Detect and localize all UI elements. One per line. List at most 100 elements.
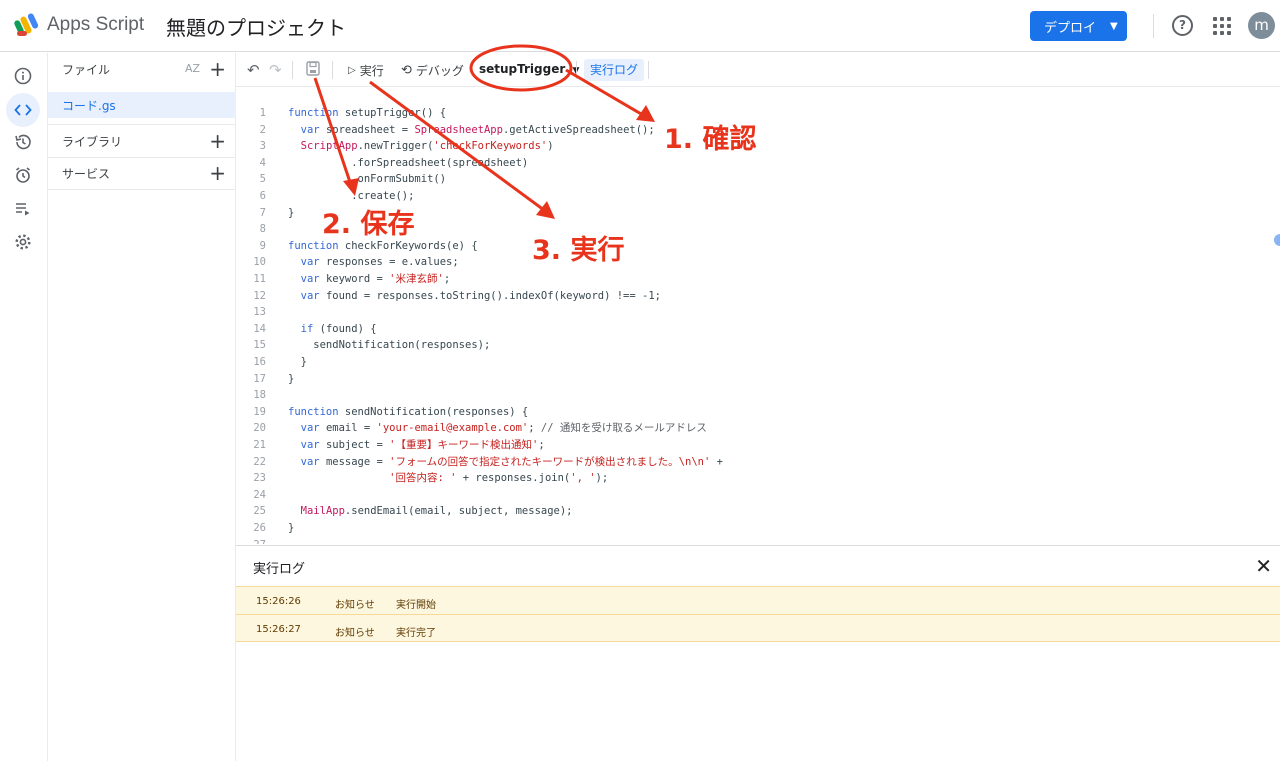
annotation-save: 2. 保存	[322, 209, 415, 240]
code-line: 17}	[236, 371, 1280, 388]
execution-log-panel: 実行ログ ✕ 15:26:26 お知らせ 実行開始 15:26:27 お知らせ …	[236, 545, 1280, 761]
project-title[interactable]: 無題のプロジェクト	[166, 12, 346, 41]
code-line: 26}	[236, 520, 1280, 537]
code-line: 27	[236, 537, 1280, 544]
code-text: var found = responses.toString().indexOf…	[300, 289, 661, 302]
app-name[interactable]: Apps Script	[47, 14, 144, 36]
debug-refresh-icon: ⟲	[401, 63, 412, 78]
top-header: Apps Script 無題のプロジェクト デプロイ ▼ ? m	[0, 0, 1280, 52]
line-number: 12	[253, 289, 266, 302]
execution-log-button[interactable]: 実行ログ	[584, 59, 645, 81]
avatar[interactable]: m	[1248, 12, 1275, 39]
toolbar-divider	[648, 61, 649, 79]
log-level: お知らせ	[335, 628, 375, 639]
code-text: if (found) {	[300, 322, 377, 335]
files-label: ファイル	[62, 62, 111, 77]
line-number: 19	[253, 405, 266, 418]
code-text: MailApp.sendEmail(email, subject, messag…	[300, 505, 573, 518]
line-number: 3	[259, 140, 266, 153]
left-rail	[0, 53, 48, 761]
code-line: 11 var keyword = '米津玄師';	[236, 271, 1280, 288]
line-number: 27	[236, 537, 266, 544]
code-line: 14 if (found) {	[236, 321, 1280, 338]
line-number: 17	[253, 372, 266, 385]
files-section-header: ファイル AZ +	[48, 53, 236, 85]
function-select[interactable]: setupTrigger ▼	[479, 62, 579, 76]
log-row: 15:26:27 お知らせ 実行完了	[236, 614, 1280, 642]
code-line: 25 MailApp.sendEmail(email, subject, mes…	[236, 503, 1280, 520]
code-text: sendNotification(responses);	[288, 339, 491, 352]
code-text: '回答内容: ' + responses.join(', ');	[389, 472, 609, 485]
log-row: 15:26:26 お知らせ 実行開始	[236, 586, 1280, 614]
scroll-marker[interactable]	[1274, 234, 1280, 246]
code-text: .onFormSubmit()	[288, 173, 447, 186]
help-icon[interactable]: ?	[1172, 15, 1193, 36]
line-number: 5	[259, 173, 266, 186]
history-icon[interactable]	[11, 130, 35, 154]
code-line: 5 .onFormSubmit()	[236, 171, 1280, 188]
settings-gear-icon[interactable]	[11, 230, 35, 254]
log-level: お知らせ	[335, 600, 375, 611]
line-number: 23	[253, 472, 266, 485]
code-line: 3 ScriptApp.newTrigger('checkForKeywords…	[236, 138, 1280, 155]
code-text: .forSpreadsheet(spreadsheet)	[288, 156, 529, 169]
annotation-run: 3. 実行	[532, 235, 625, 266]
line-number: 4	[259, 156, 266, 169]
close-icon[interactable]: ✕	[1255, 554, 1272, 578]
apps-script-logo-icon	[14, 13, 39, 36]
line-number: 14	[253, 322, 266, 335]
code-line: 1 function setupTrigger() {	[236, 105, 1280, 122]
save-icon[interactable]	[306, 61, 320, 76]
log-time: 15:26:26	[256, 596, 301, 607]
debug-button[interactable]: ⟲ デバッグ	[401, 62, 464, 79]
sort-az-icon[interactable]: AZ	[185, 62, 200, 75]
triggers-alarm-icon[interactable]	[11, 163, 35, 187]
line-number: 11	[253, 273, 266, 285]
add-library-plus-icon[interactable]: +	[209, 131, 226, 151]
code-text: var email = 'your-email@example.com'; //…	[300, 422, 707, 435]
deploy-button[interactable]: デプロイ ▼	[1030, 11, 1127, 41]
undo-icon[interactable]: ↶	[247, 61, 260, 79]
line-number: 10	[253, 256, 266, 269]
services-section: サービス +	[48, 157, 236, 189]
run-label: 実行	[359, 64, 384, 78]
editor-code-icon[interactable]	[6, 93, 40, 127]
line-number: 22	[253, 455, 266, 468]
libraries-label: ライブラリ	[62, 134, 123, 149]
code-line: 15 sendNotification(responses);	[236, 337, 1280, 354]
add-file-plus-icon[interactable]: +	[209, 59, 226, 79]
code-line: 24	[236, 487, 1280, 504]
code-line: 2 var spreadsheet = SpreadsheetApp.getAc…	[236, 122, 1280, 139]
caret-down-icon: ▼	[1110, 20, 1118, 32]
debug-label: デバッグ	[415, 64, 464, 78]
code-line: 19 function sendNotification(responses) {	[236, 404, 1280, 421]
line-number: 8	[259, 223, 266, 236]
code-line: 12 var found = responses.toString().inde…	[236, 288, 1280, 305]
overview-info-icon[interactable]	[11, 64, 35, 88]
line-number: 26	[253, 522, 266, 534]
line-number: 6	[259, 190, 266, 202]
code-text: var message = 'フォームの回答で指定されたキーワードが検出されまし…	[300, 455, 723, 468]
code-text: }	[288, 372, 295, 385]
toolbar-divider	[332, 61, 333, 79]
annotation-confirm: 1. 確認	[664, 124, 757, 155]
code-line: 16 }	[236, 354, 1280, 371]
add-service-plus-icon[interactable]: +	[209, 163, 226, 183]
divider	[48, 189, 236, 190]
run-button[interactable]: ▷ 実行	[348, 62, 384, 79]
line-number: 7	[259, 206, 266, 219]
toolbar-divider	[576, 61, 577, 79]
services-label: サービス	[62, 166, 111, 181]
code-line: 10 var responses = e.values;	[236, 254, 1280, 271]
apps-grid-icon[interactable]	[1213, 17, 1231, 35]
code-editor[interactable]: 1 function setupTrigger() {2 var spreadsh…	[236, 88, 1280, 544]
file-item-code-gs[interactable]: コード.gs	[48, 92, 236, 118]
toolbar-divider	[292, 61, 293, 79]
code-text: }	[288, 206, 295, 219]
line-number: 24	[253, 488, 266, 501]
executions-list-icon[interactable]	[11, 197, 35, 221]
redo-icon[interactable]: ↷	[269, 61, 282, 79]
code-line: 21 var subject = '【重要】キーワード検出通知';	[236, 437, 1280, 454]
editor-toolbar: ↶ ↷ ▷ 実行 ⟲ デバッグ setupTrigger ▼ 実行ログ	[236, 53, 1280, 87]
line-number: 9	[259, 239, 266, 252]
